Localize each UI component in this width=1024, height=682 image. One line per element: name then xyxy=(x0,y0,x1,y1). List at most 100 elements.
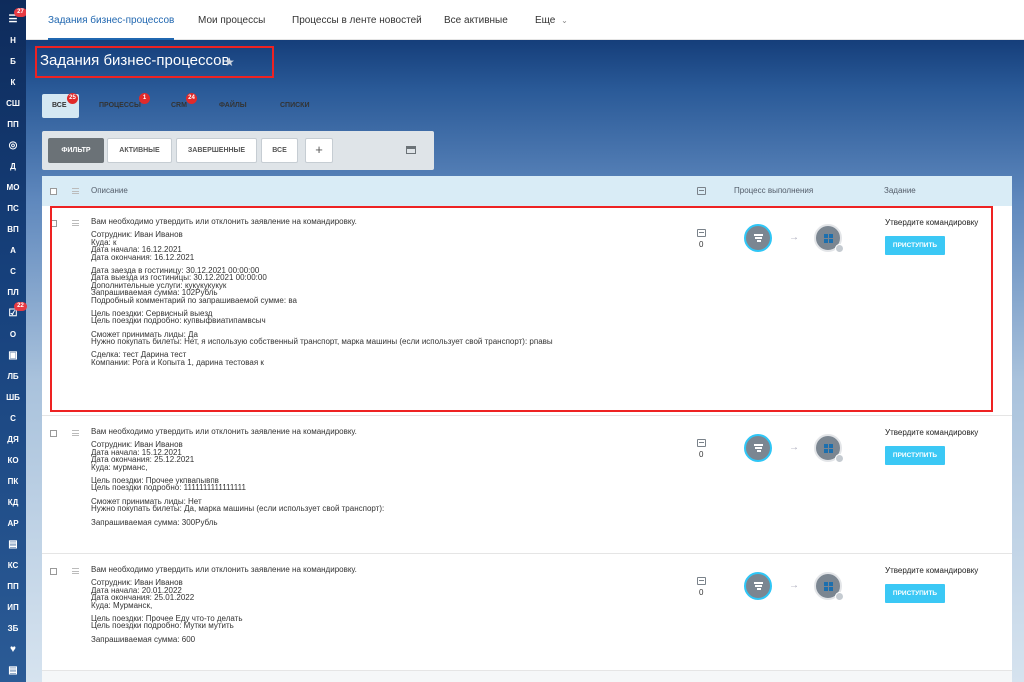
sidebar-item[interactable]: ВП xyxy=(0,222,26,238)
sidebar-item[interactable]: ДЯ xyxy=(0,432,26,448)
subtab-crm[interactable]: CRM xyxy=(171,94,187,118)
table-row: Вам необходимо утвердить или отклонить з… xyxy=(42,554,1012,671)
sidebar-item[interactable]: КО xyxy=(0,453,26,469)
document-icon[interactable]: ▤ xyxy=(0,537,26,553)
task-title[interactable]: Утвердите командировку xyxy=(885,428,978,437)
comment-count: 0 xyxy=(699,450,704,459)
sidebar-item[interactable]: СШ xyxy=(0,96,26,112)
description-line: Цель поездки подробно: 1111111111111111 xyxy=(91,483,246,493)
current-step-icon[interactable] xyxy=(744,572,772,600)
description-line: Вам необходимо утвердить или отклонить з… xyxy=(91,565,357,574)
arrow-right-icon: → xyxy=(789,580,799,591)
next-step-avatar[interactable] xyxy=(814,572,844,601)
header-progress[interactable]: Процесс выполнения xyxy=(734,176,813,206)
row-description: Вам необходимо утвердить или отклонить з… xyxy=(91,427,385,527)
arrow-right-icon: → xyxy=(789,442,799,453)
row-menu-icon[interactable] xyxy=(72,568,79,574)
description-line: Запрашиваемая сумма: 600 xyxy=(91,634,196,644)
tab-processes-in-feed[interactable]: Процессы в ленте новостей xyxy=(292,0,422,40)
view-settings-icon[interactable] xyxy=(406,146,416,154)
sidebar-item[interactable]: ПС xyxy=(0,201,26,217)
sidebar-item[interactable]: С xyxy=(0,264,26,280)
tab-more-label: Еще xyxy=(535,15,556,26)
subtab-processes-label: ПРОЦЕССЫ xyxy=(99,102,141,109)
table-row: Вам необходимо утвердить или отклонить з… xyxy=(42,416,1012,554)
subtab-processes[interactable]: ПРОЦЕССЫ xyxy=(99,94,141,118)
next-step-avatar[interactable] xyxy=(814,434,844,463)
sidebar-item[interactable]: КС xyxy=(0,558,26,574)
star-icon[interactable]: ★ xyxy=(224,55,235,69)
current-step-icon[interactable] xyxy=(744,434,772,462)
row-highlight-box xyxy=(50,206,993,412)
sidebar-item[interactable]: О xyxy=(0,327,26,343)
subtab-files[interactable]: ФАЙЛЫ xyxy=(219,94,247,118)
sidebar-item[interactable]: ПП xyxy=(0,579,26,595)
heart-icon[interactable]: ♥ xyxy=(0,642,26,658)
sidebar-item[interactable]: Б xyxy=(0,54,26,70)
sidebar-item[interactable]: КД xyxy=(0,495,26,511)
row-description: Вам необходимо утвердить или отклонить з… xyxy=(91,565,357,644)
left-sidebar: ☰ 27 Н Б К СШ ПП ◎ Д МО ПС ВП А С ПЛ ☑ 22 О ▣ ЛБ ШБ С ДЯ КО ПК КД… xyxy=(0,0,27,682)
sidebar-badge: 22 xyxy=(14,302,27,311)
grid-footer xyxy=(42,671,1012,682)
completed-filter-button[interactable]: ЗАВЕРШЕННЫЕ xyxy=(176,138,257,163)
select-all-checkbox[interactable] xyxy=(50,188,57,195)
sidebar-item[interactable]: К xyxy=(0,75,26,91)
description-line: Куда: мурманс, xyxy=(91,462,148,472)
sidebar-item[interactable]: ШБ xyxy=(0,390,26,406)
active-filter-button[interactable]: АКТИВНЫЕ xyxy=(107,138,172,163)
comment-icon[interactable] xyxy=(697,439,706,447)
description-line: Вам необходимо утвердить или отклонить з… xyxy=(91,427,357,436)
add-filter-button[interactable]: + xyxy=(305,138,333,163)
sidebar-item[interactable]: ПП xyxy=(0,117,26,133)
header-task[interactable]: Задание xyxy=(884,176,916,206)
task-title[interactable]: Утвердите командировку xyxy=(885,566,978,575)
sidebar-item[interactable]: Н xyxy=(0,33,26,49)
sidebar-item[interactable]: ЗБ xyxy=(0,621,26,637)
sidebar-item[interactable]: ИП xyxy=(0,600,26,616)
all-filter-button[interactable]: ВСЕ xyxy=(261,138,298,163)
sidebar-item[interactable]: ЛБ xyxy=(0,369,26,385)
comment-count: 0 xyxy=(699,588,704,597)
id-card-icon[interactable]: ▣ xyxy=(0,348,26,364)
header-description[interactable]: Описание xyxy=(91,176,128,206)
sidebar-item[interactable]: С xyxy=(0,411,26,427)
description-line: Цель поездки подробно: Мутки мутить xyxy=(91,621,234,631)
subtab-files-label: ФАЙЛЫ xyxy=(219,102,247,109)
comments-header-icon xyxy=(697,187,706,195)
row-menu-icon[interactable] xyxy=(72,430,79,436)
subtab-crm-label: CRM xyxy=(171,102,187,109)
subtab-crm-counter: 24 xyxy=(186,93,197,104)
sidebar-item[interactable]: АР xyxy=(0,516,26,532)
target-icon[interactable]: ◎ xyxy=(0,138,26,154)
filter-button[interactable]: ФИЛЬТР xyxy=(48,138,104,163)
subtab-processes-counter: 1 xyxy=(139,93,150,104)
tab-more[interactable]: Еще ⌄ xyxy=(535,0,568,40)
start-button[interactable]: ПРИСТУПИТЬ xyxy=(885,446,945,465)
subtab-all-counter: 25 xyxy=(67,93,78,104)
column-settings-icon[interactable] xyxy=(72,188,79,194)
sidebar-item[interactable]: МО xyxy=(0,180,26,196)
tab-my-processes[interactable]: Мои процессы xyxy=(198,0,265,40)
row-checkbox[interactable] xyxy=(50,568,57,575)
subtab-all-label: ВСЕ xyxy=(52,102,67,109)
page-title: Задания бизнес-процессов xyxy=(40,52,230,69)
sidebar-item[interactable]: А xyxy=(0,243,26,259)
list-icon[interactable]: ▤ xyxy=(0,663,26,679)
chevron-down-icon: ⌄ xyxy=(561,16,568,25)
grid-header: Описание Процесс выполнения Задание xyxy=(42,176,1012,206)
start-button[interactable]: ПРИСТУПИТЬ xyxy=(885,584,945,603)
row-checkbox[interactable] xyxy=(50,430,57,437)
subtab-lists[interactable]: СПИСКИ xyxy=(280,94,309,118)
tab-all-active[interactable]: Все активные xyxy=(444,0,508,40)
subtab-lists-label: СПИСКИ xyxy=(280,102,310,109)
comment-icon[interactable] xyxy=(697,577,706,585)
description-line: Запрашиваемая сумма: 300Рубль xyxy=(91,517,218,527)
description-line: Куда: Мурманск, xyxy=(91,600,153,610)
filter-bar: ФИЛЬТР АКТИВНЫЕ ЗАВЕРШЕННЫЕ ВСЕ + xyxy=(42,131,434,170)
sidebar-item[interactable]: Д xyxy=(0,159,26,175)
sidebar-item[interactable]: ПЛ xyxy=(0,285,26,301)
description-line: Нужно покупать билеты: Да, марка машины … xyxy=(91,504,385,514)
sidebar-item[interactable]: ПК xyxy=(0,474,26,490)
tab-business-process-tasks[interactable]: Задания бизнес-процессов xyxy=(48,0,175,40)
